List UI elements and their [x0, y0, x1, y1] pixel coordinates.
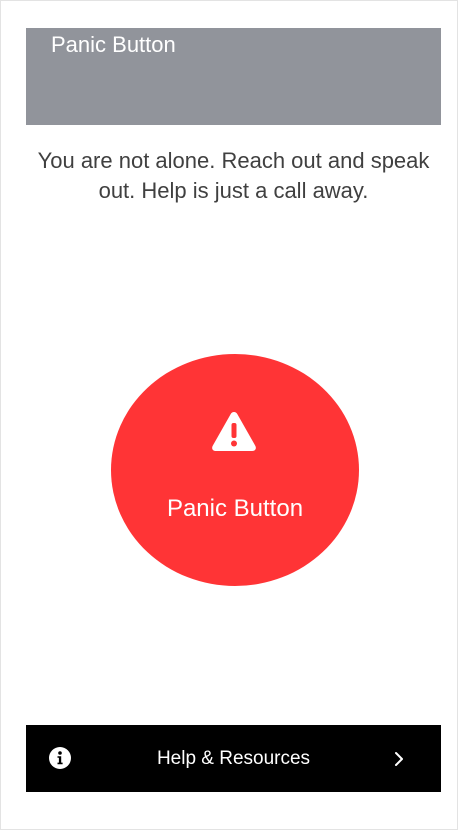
tagline-text: You are not alone. Reach out and speak o…: [37, 148, 430, 203]
page-title: Panic Button: [51, 32, 176, 57]
panic-button-label: Panic Button: [166, 495, 304, 522]
warning-triangle-icon: [212, 412, 256, 451]
help-resources-button[interactable]: Help & Resources: [26, 725, 441, 792]
help-resources-label: Help & Resources: [156, 748, 311, 769]
header-bar: Panic Button: [26, 28, 441, 125]
chevron-right-icon: [395, 752, 403, 766]
panic-button[interactable]: Panic Button: [111, 354, 359, 586]
app-frame: Panic Button You are not alone. Reach ou…: [0, 0, 458, 830]
